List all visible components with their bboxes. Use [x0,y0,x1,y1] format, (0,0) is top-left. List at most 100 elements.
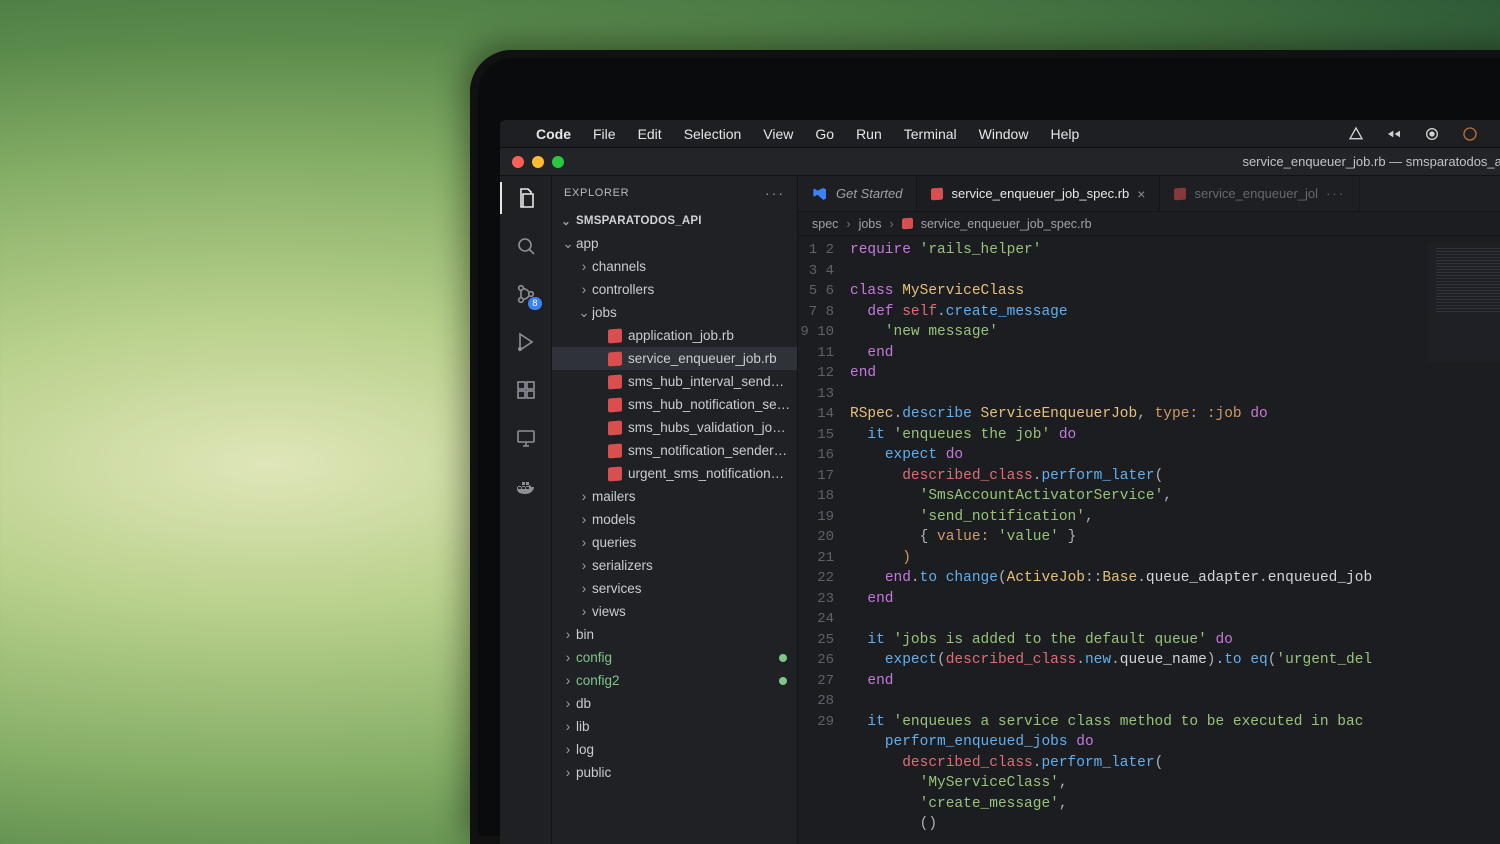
chevron-icon: › [562,673,574,688]
editor[interactable]: 1 2 3 4 5 6 7 8 9 10 11 12 13 14 15 16 1… [798,236,1500,844]
code-content[interactable]: require 'rails_helper' class MyServiceCl… [844,236,1500,844]
tree-folder[interactable]: ⌄app [552,232,797,255]
menu-edit[interactable]: Edit [638,126,662,142]
tree-folder[interactable]: ›public [552,761,797,784]
tree-folder[interactable]: ⌄jobs [552,301,797,324]
zoom-window-button[interactable] [552,156,564,168]
editor-tab[interactable]: service_enqueuer_job_spec.rb × [917,176,1160,211]
git-modified-icon [779,677,787,685]
ruby-file-icon [608,397,622,412]
tree-item-label: urgent_sms_notification_se… [628,466,791,481]
chevron-right-icon: › [846,217,850,231]
tree-item-label: sms_notification_sender_jo… [628,443,791,458]
tree-folder[interactable]: ›config [552,646,797,669]
tree-folder[interactable]: ›config2 [552,669,797,692]
tree-item-label: queries [592,535,636,550]
breadcrumb-seg-2[interactable]: service_enqueuer_job_spec.rb [921,217,1092,231]
ruby-file-icon [1174,187,1186,200]
editor-tabbar: Get Started service_enqueuer_job_spec.rb ×… [798,176,1500,212]
menu-go[interactable]: Go [815,126,834,142]
breadcrumb-seg-1[interactable]: jobs [859,217,882,231]
tree-folder[interactable]: ›serializers [552,554,797,577]
project-name: SMSPARATODOS_API [576,215,702,227]
tree-folder[interactable]: ›db [552,692,797,715]
tab-more-icon[interactable]: ··· [1326,186,1345,201]
tree-folder[interactable]: ›services [552,577,797,600]
minimize-window-button[interactable] [532,156,544,168]
chevron-icon: › [562,765,574,780]
tree-item-label: config [576,650,612,665]
status-icon-3[interactable] [1424,126,1440,142]
status-icon-1[interactable] [1348,126,1364,142]
close-window-button[interactable] [512,156,524,168]
chevron-icon: › [578,535,590,550]
tree-file[interactable]: sms_hub_interval_sender_n… [552,370,797,393]
menu-run[interactable]: Run [856,126,882,142]
menu-window[interactable]: Window [979,126,1029,142]
tree-folder[interactable]: ›queries [552,531,797,554]
menu-file[interactable]: File [593,126,616,142]
tree-file[interactable]: sms_notification_sender_jo… [552,439,797,462]
menu-view[interactable]: View [763,126,793,142]
activity-explorer-icon[interactable] [512,184,540,212]
menu-selection[interactable]: Selection [684,126,742,142]
activity-bar: 8 [500,176,552,844]
status-icon-2[interactable] [1386,126,1402,142]
tree-folder[interactable]: ›views [552,600,797,623]
chevron-icon: › [578,581,590,596]
tree-item-label: service_enqueuer_job.rb [628,351,777,366]
laptop-frame: Code File Edit Selection View Go Run Ter… [470,50,1500,844]
tree-file[interactable]: urgent_sms_notification_se… [552,462,797,485]
tree-item-label: controllers [592,282,654,297]
activity-extensions-icon[interactable] [512,376,540,404]
chevron-icon: ⌄ [578,305,590,321]
line-gutter: 1 2 3 4 5 6 7 8 9 10 11 12 13 14 15 16 1… [798,236,844,844]
tree-folder[interactable]: ›mailers [552,485,797,508]
activity-run-icon[interactable] [512,328,540,356]
tree-file[interactable]: sms_hub_notification_send… [552,393,797,416]
chevron-icon: › [562,650,574,665]
activity-scm-icon[interactable]: 8 [512,280,540,308]
tree-folder[interactable]: ›models [552,508,797,531]
explorer-section-header[interactable]: ⌄ SMSPARATODOS_API [552,210,797,232]
tree-folder[interactable]: ›bin [552,623,797,646]
tree-item-label: models [592,512,636,527]
menu-help[interactable]: Help [1050,126,1079,142]
tree-item-label: bin [576,627,594,642]
activity-remote-icon[interactable] [512,424,540,452]
menu-code[interactable]: Code [536,126,571,142]
tree-folder[interactable]: ›controllers [552,278,797,301]
breadcrumb-seg-0[interactable]: spec [812,217,838,231]
tree-item-label: application_job.rb [628,328,734,343]
window-titlebar: service_enqueuer_job.rb — smsparatodos_a… [500,148,1500,176]
tree-file[interactable]: service_enqueuer_job.rb [552,347,797,370]
breadcrumbs[interactable]: spec › jobs › service_enqueuer_job_spec.… [798,212,1500,236]
menu-terminal[interactable]: Terminal [904,126,957,142]
status-icon-4[interactable] [1462,126,1478,142]
close-tab-icon[interactable]: × [1137,186,1145,202]
ruby-file-icon [608,420,622,435]
tree-item-label: app [576,236,599,251]
tree-folder[interactable]: ›log [552,738,797,761]
tree-item-label: views [592,604,626,619]
explorer-more-icon[interactable]: ··· [765,185,785,201]
window-title: service_enqueuer_job.rb — smsparatodos_a… [564,154,1500,169]
tab-label: service_enqueuer_job_spec.rb [951,186,1129,201]
minimap[interactable] [1428,242,1500,362]
tree-file[interactable]: application_job.rb [552,324,797,347]
ruby-file-icon [608,328,622,343]
tree-folder[interactable]: ›channels [552,255,797,278]
ruby-file-icon [608,443,622,458]
tree-file[interactable]: sms_hubs_validation_job.rb [552,416,797,439]
screen: Code File Edit Selection View Go Run Ter… [500,120,1500,844]
chevron-icon: › [562,719,574,734]
traffic-lights [512,156,564,168]
activity-search-icon[interactable] [512,232,540,260]
editor-tab[interactable]: Get Started [798,176,917,211]
activity-docker-icon[interactable] [512,472,540,500]
editor-tab[interactable]: service_enqueuer_jol··· [1160,176,1360,211]
tree-item-label: services [592,581,642,596]
tree-folder[interactable]: ›lib [552,715,797,738]
macos-menubar: Code File Edit Selection View Go Run Ter… [500,120,1500,148]
tab-label: Get Started [836,186,902,201]
